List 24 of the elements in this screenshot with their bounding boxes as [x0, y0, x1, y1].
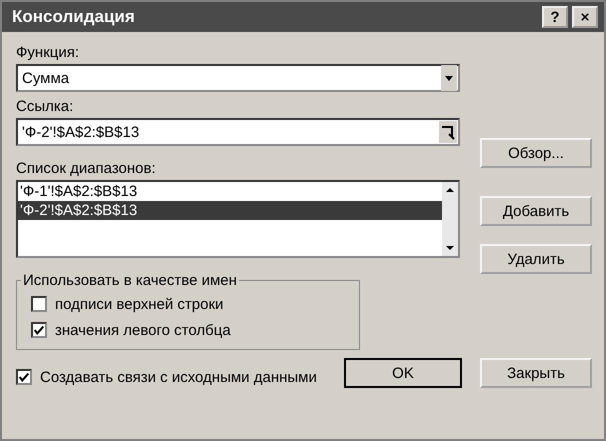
checkbox-label: Создавать связи с исходными данными	[40, 368, 317, 386]
reference-field[interactable]: 'Ф-2'!$A$2:$B$13	[16, 118, 460, 146]
function-dropdown[interactable]: Сумма	[16, 64, 460, 92]
reference-label: Ссылка:	[16, 98, 74, 115]
checkbox[interactable]	[31, 296, 47, 312]
checkbox[interactable]	[16, 369, 32, 385]
close-dialog-button[interactable]: Закрыть	[480, 358, 592, 388]
ok-button[interactable]: OK	[344, 358, 462, 388]
group-title: Использовать в качестве имен	[22, 272, 238, 289]
checkbox-label: значения левого столбца	[55, 322, 231, 338]
checkbox-label: подписи верхней строки	[55, 296, 224, 312]
range-item[interactable]: 'Ф-1'!$A$2:$B$13	[18, 182, 442, 201]
range-item[interactable]: 'Ф-2'!$A$2:$B$13	[18, 201, 442, 220]
browse-button[interactable]: Обзор...	[480, 138, 592, 168]
delete-button[interactable]: Удалить	[480, 244, 592, 274]
ranges-label: Список диапазонов:	[16, 160, 157, 177]
function-label: Функция:	[16, 44, 80, 61]
help-button[interactable]: ?	[542, 6, 568, 28]
checkbox[interactable]	[31, 322, 47, 338]
window-title: Консолидация	[12, 7, 135, 27]
close-button[interactable]: ×	[572, 6, 598, 28]
add-button[interactable]: Добавить	[480, 196, 592, 226]
scrollbar[interactable]	[442, 182, 458, 256]
collapse-dialog-icon[interactable]	[439, 121, 457, 143]
